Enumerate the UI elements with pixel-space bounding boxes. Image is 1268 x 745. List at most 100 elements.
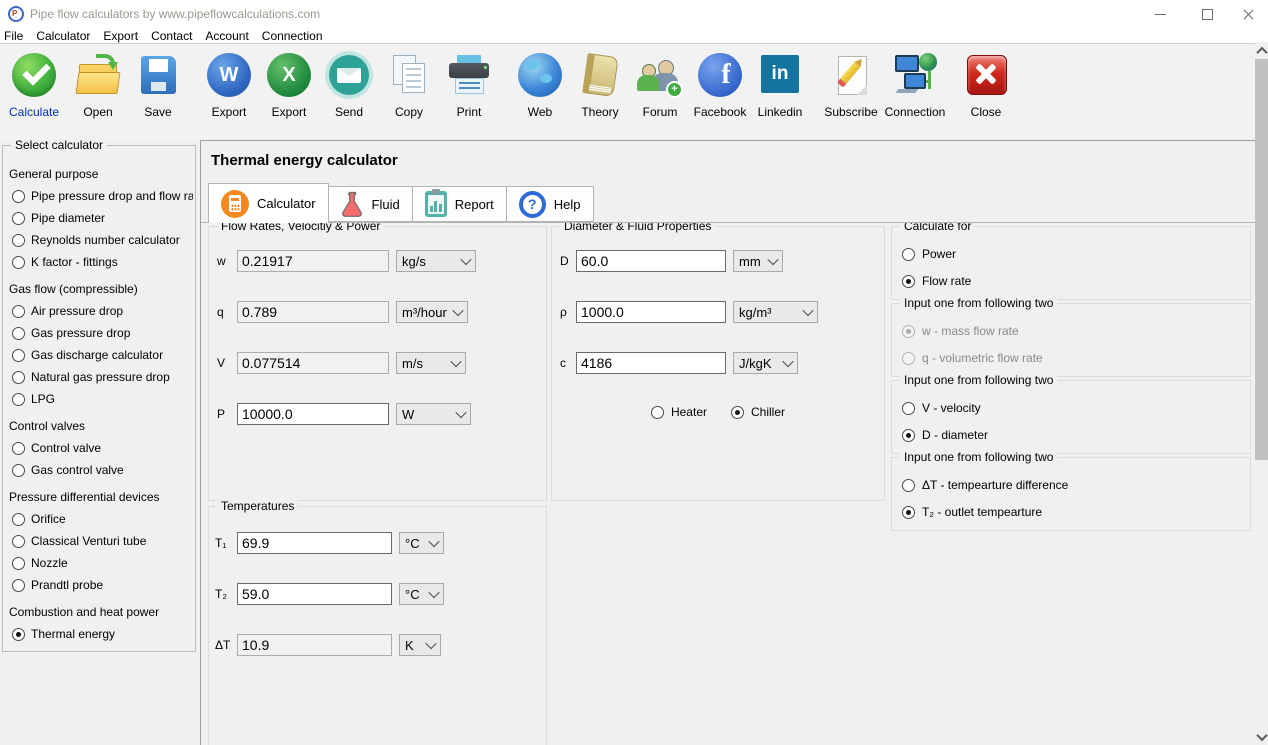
sidebar-item-k-factor[interactable]: K factor - fittings [12,255,193,269]
v-unit-select[interactable]: m/s [396,352,466,374]
sidebar-item-control-valve[interactable]: Control valve [12,441,193,455]
open-button[interactable]: Open [68,51,128,119]
tab-fluid[interactable]: Fluid [329,186,413,222]
sidebar-item-gas-discharge[interactable]: Gas discharge calculator [12,348,193,362]
sidebar-item-venturi[interactable]: Classical Venturi tube [12,534,193,548]
input-temperature-title: Input one from following two [900,451,1057,464]
c-input[interactable] [576,352,726,374]
radio-icon [902,506,915,519]
p-input[interactable] [237,403,389,425]
help-icon: ? [519,191,546,218]
sidebar-item-orifice[interactable]: Orifice [12,512,193,526]
tab-calculator[interactable]: Calculator [208,183,329,223]
web-button[interactable]: Web [510,51,570,119]
radio-icon [12,212,25,225]
w-input[interactable] [237,250,389,272]
q-input[interactable] [237,301,389,323]
radio-icon [651,406,664,419]
menu-account[interactable]: Account [205,29,248,43]
dt-input[interactable] [237,634,392,656]
menu-export[interactable]: Export [103,29,138,43]
velocity-radio[interactable]: V - velocity [902,401,981,415]
temperatures-box: Temperatures T₁ °C T₂ °C ΔT K [208,506,547,745]
sidebar-item-thermal-energy[interactable]: Thermal energy [12,627,193,641]
sidebar-group-header: Combustion and heat power [9,605,193,619]
vertical-scrollbar[interactable] [1255,42,1268,745]
sidebar-item-gas-control-valve[interactable]: Gas control valve [12,463,193,477]
menu-contact[interactable]: Contact [151,29,192,43]
forum-button[interactable]: + Forum [630,51,690,119]
print-button[interactable]: Print [439,51,499,119]
export-excel-button[interactable]: X Export [259,51,319,119]
scroll-up-button[interactable] [1255,42,1268,59]
power-radio[interactable]: Power [902,247,956,261]
chevron-down-icon [767,254,778,265]
t1-input[interactable] [237,532,392,554]
q-unit-select[interactable]: m³/hour [396,301,468,323]
dt-label: ΔT [215,638,233,652]
menu-file[interactable]: File [4,29,23,43]
t1-unit-select[interactable]: °C [399,532,444,554]
heater-radio[interactable]: Heater [651,405,707,419]
printer-icon [445,51,493,99]
menu-bar: File Calculator Export Contact Account C… [0,28,1268,43]
delta-t-radio[interactable]: ΔT - tempearture difference [902,478,1068,492]
menu-connection[interactable]: Connection [262,29,323,43]
w-label: w [217,254,233,268]
radio-icon [902,248,915,261]
calculate-for-box: Calculate for Power Flow rate [891,226,1251,300]
scrollbar-thumb[interactable] [1255,59,1268,460]
close-window-button[interactable] [1228,0,1268,28]
c-unit-select[interactable]: J/kgK [733,352,798,374]
d-input[interactable] [576,250,726,272]
radio-icon [12,190,25,203]
w-unit-select[interactable]: kg/s [396,250,476,272]
dt-unit-select[interactable]: K [399,634,441,656]
sidebar-item-lpg[interactable]: LPG [12,392,193,406]
sidebar-item-air-pressure-drop[interactable]: Air pressure drop [12,304,193,318]
sidebar-item-pipe-diameter[interactable]: Pipe diameter [12,211,193,225]
t2-unit-select[interactable]: °C [399,583,444,605]
facebook-button[interactable]: f Facebook [690,51,750,119]
subscribe-button[interactable]: Subscribe [821,51,881,119]
maximize-button[interactable] [1185,0,1230,28]
c-label: c [560,356,572,370]
copy-button[interactable]: Copy [379,51,439,119]
v-input[interactable] [237,352,389,374]
tab-help[interactable]: ? Help [507,186,594,222]
theory-button[interactable]: Theory [570,51,630,119]
chevron-down-icon [802,305,813,316]
outlet-temperature-radio[interactable]: T₂ - outlet tempearture [902,505,1042,519]
export-word-button[interactable]: W Export [199,51,259,119]
sidebar-item-reynolds[interactable]: Reynolds number calculator [12,233,193,247]
sidebar-item-prandtl[interactable]: Prandtl probe [12,578,193,592]
floppy-disk-icon [134,51,182,99]
flow-rate-radio[interactable]: Flow rate [902,274,971,288]
tab-report[interactable]: Report [413,186,507,222]
close-app-button[interactable]: Close [956,51,1016,119]
linkedin-button[interactable]: in Linkedin [750,51,810,119]
sidebar-item-nozzle[interactable]: Nozzle [12,556,193,570]
minimize-button[interactable] [1138,0,1183,28]
t2-input[interactable] [237,583,392,605]
scroll-down-button[interactable] [1255,728,1268,745]
sidebar-item-gas-pressure-drop[interactable]: Gas pressure drop [12,326,193,340]
d-unit-select[interactable]: mm [733,250,783,272]
menu-calculator[interactable]: Calculator [36,29,90,43]
save-button[interactable]: Save [128,51,188,119]
chevron-down-icon [428,536,439,547]
calculate-button[interactable]: Calculate [4,51,64,119]
rho-unit-select[interactable]: kg/m³ [733,301,818,323]
copy-pages-icon [385,51,433,99]
radio-icon [12,557,25,570]
chiller-radio[interactable]: Chiller [731,405,785,419]
radio-icon [902,402,915,415]
send-button[interactable]: Send [319,51,379,119]
diameter-radio[interactable]: D - diameter [902,428,988,442]
sidebar-item-natural-gas[interactable]: Natural gas pressure drop [12,370,193,384]
connection-button[interactable]: Connection [885,51,945,119]
network-globe-icon [891,51,939,99]
sidebar-item-pipe-pressure-drop[interactable]: Pipe pressure drop and flow rate [12,189,193,203]
p-unit-select[interactable]: W [396,403,471,425]
rho-input[interactable] [576,301,726,323]
